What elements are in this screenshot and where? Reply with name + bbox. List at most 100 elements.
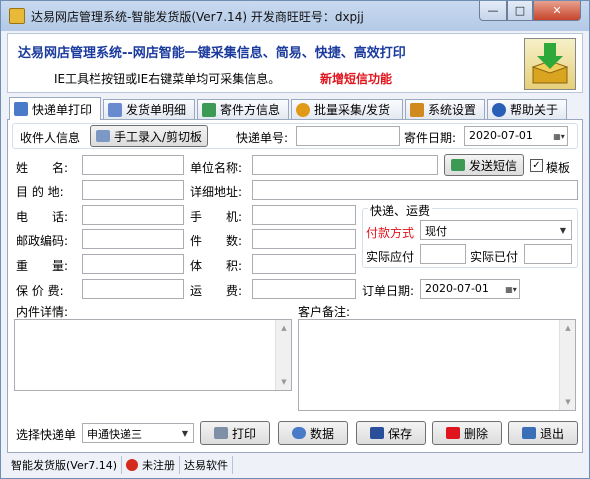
status-version: 智能发货版(Ver7.14): [7, 456, 123, 474]
address-label: 详细地址:: [190, 185, 243, 199]
tab-delivery-details[interactable]: 发货单明细: [103, 99, 195, 119]
destination-label: 目 的 地:: [16, 185, 64, 199]
download-box-icon: [524, 38, 576, 90]
help-icon: [492, 102, 506, 117]
scroll-up-icon: ▲: [565, 324, 571, 332]
freight-label: 运 费:: [190, 284, 243, 298]
close-button[interactable]: ✕: [533, 1, 581, 21]
tab-help-about[interactable]: 帮助关于: [487, 99, 567, 119]
window-title: 达易网店管理系统-智能发货版(Ver7.14) 开发商旺旺号：dxpjj: [31, 9, 364, 24]
pieces-input[interactable]: [252, 229, 356, 249]
chevron-down-icon: ▼: [559, 225, 567, 235]
status-vendor: 达易软件: [180, 456, 234, 474]
postcode-label: 邮政编码:: [16, 234, 69, 248]
waybill-panel: 收件人信息 手工录入/剪切板 快递单号: 寄件日期: 2020-07-01 ▦▾ …: [7, 119, 583, 453]
mobile-input[interactable]: [252, 205, 356, 225]
sms-icon: [450, 159, 465, 171]
weight-label: 重 量:: [16, 259, 69, 273]
company-input[interactable]: [252, 155, 438, 175]
order-date-picker[interactable]: 2020-07-01 ▦▾: [420, 279, 520, 299]
recipient-info-label: 收件人信息: [20, 131, 81, 145]
settings-icon: [410, 102, 424, 117]
banner-hint: IE工具栏按钮或IE右键菜单均可采集信息。: [54, 72, 281, 86]
save-icon: [369, 427, 384, 439]
calendar-icon: ▦▾: [505, 284, 517, 294]
contents-label: 内件详情:: [16, 305, 69, 319]
scroll-up-icon: ▲: [281, 324, 287, 332]
tab-batch-collect[interactable]: 批量采集/发货: [291, 99, 403, 119]
send-date-label: 寄件日期:: [404, 131, 457, 145]
pieces-label: 件 数:: [190, 234, 243, 248]
banner-headline: 达易网店管理系统--网店智能一键采集信息、简易、快捷、高效打印: [18, 46, 406, 61]
address-input[interactable]: [252, 180, 578, 200]
scrollbar[interactable]: ▲ ▼: [559, 320, 575, 410]
clipboard-icon: [95, 130, 110, 142]
insured-input[interactable]: [82, 279, 184, 299]
name-label: 姓 名:: [16, 161, 69, 175]
document-icon: [108, 102, 122, 117]
save-button[interactable]: 保存: [356, 421, 426, 445]
search-icon: [291, 427, 306, 439]
select-courier-label: 选择快递单: [16, 428, 77, 442]
phone-label: 电 话:: [16, 210, 69, 224]
maximize-button[interactable]: □: [507, 1, 533, 21]
printer-icon: [14, 102, 28, 116]
send-date-picker[interactable]: 2020-07-01 ▦▾: [464, 126, 568, 146]
banner-new-feature: 新增短信功能: [320, 72, 393, 86]
courier-select[interactable]: 申通快递三 ▼: [82, 423, 194, 443]
exit-button[interactable]: 退出: [508, 421, 578, 445]
tracking-no-label: 快递单号:: [236, 131, 289, 145]
app-icon: [9, 8, 25, 24]
calendar-icon: ▦▾: [553, 131, 565, 141]
scrollbar[interactable]: ▲ ▼: [275, 320, 291, 390]
send-sms-button[interactable]: 发送短信: [444, 154, 524, 176]
pay-method-label: 付款方式: [366, 226, 415, 240]
delete-icon: [445, 427, 460, 439]
template-label: 模板: [546, 161, 571, 175]
insured-label: 保 价 费:: [16, 284, 64, 298]
volume-label: 体 积:: [190, 259, 243, 273]
status-bar: 智能发货版(Ver7.14) 未注册 达易软件: [7, 455, 583, 475]
mobile-label: 手 机:: [190, 210, 243, 224]
exit-icon: [521, 427, 536, 439]
name-input[interactable]: [82, 155, 184, 175]
postcode-input[interactable]: [82, 229, 184, 249]
tab-print-waybill[interactable]: 快递单打印: [9, 97, 101, 120]
destination-input[interactable]: [82, 180, 184, 200]
data-button[interactable]: 数据: [278, 421, 348, 445]
phone-input[interactable]: [82, 205, 184, 225]
actual-due-input[interactable]: [420, 244, 466, 264]
tab-bar: 快递单打印 发货单明细 寄件方信息 批量采集/发货 系统设置 帮助关于: [7, 97, 583, 120]
scroll-down-icon: ▼: [565, 398, 571, 406]
manual-entry-button[interactable]: 手工录入/剪切板: [90, 125, 208, 147]
template-checkbox[interactable]: ✓: [530, 159, 543, 172]
contents-textarea[interactable]: ▲ ▼: [14, 319, 292, 391]
tab-sender-info[interactable]: 寄件方信息: [197, 99, 289, 119]
tracking-no-input[interactable]: [296, 126, 400, 146]
company-label: 单位名称:: [190, 161, 243, 175]
no-entry-icon: [126, 459, 139, 471]
chevron-down-icon: ▼: [181, 428, 189, 438]
pay-method-select[interactable]: 现付 ▼: [420, 220, 572, 240]
banner: 达易网店管理系统--网店智能一键采集信息、简易、快捷、高效打印 IE工具栏按钮或…: [7, 33, 583, 93]
printer-icon: [213, 427, 228, 439]
tab-system-settings[interactable]: 系统设置: [405, 99, 485, 119]
scroll-down-icon: ▼: [281, 378, 287, 386]
app-window: 达易网店管理系统-智能发货版(Ver7.14) 开发商旺旺号：dxpjj — □…: [0, 0, 590, 479]
batch-icon: [296, 102, 310, 117]
actual-paid-label: 实际已付: [470, 250, 519, 264]
minimize-button[interactable]: —: [479, 1, 507, 21]
actual-due-label: 实际应付: [366, 250, 415, 264]
delete-button[interactable]: 删除: [432, 421, 502, 445]
actual-paid-input[interactable]: [524, 244, 572, 264]
shipping-fee-group-title: 快递、运费: [368, 202, 433, 219]
weight-input[interactable]: [82, 254, 184, 274]
remark-textarea[interactable]: ▲ ▼: [298, 319, 576, 411]
status-registration: 未注册: [122, 456, 181, 474]
volume-input[interactable]: [252, 254, 356, 274]
order-date-label: 订单日期:: [362, 284, 415, 298]
remark-label: 客户备注:: [298, 305, 351, 319]
print-button[interactable]: 打印: [200, 421, 270, 445]
freight-input[interactable]: [252, 279, 356, 299]
sender-icon: [202, 102, 216, 117]
